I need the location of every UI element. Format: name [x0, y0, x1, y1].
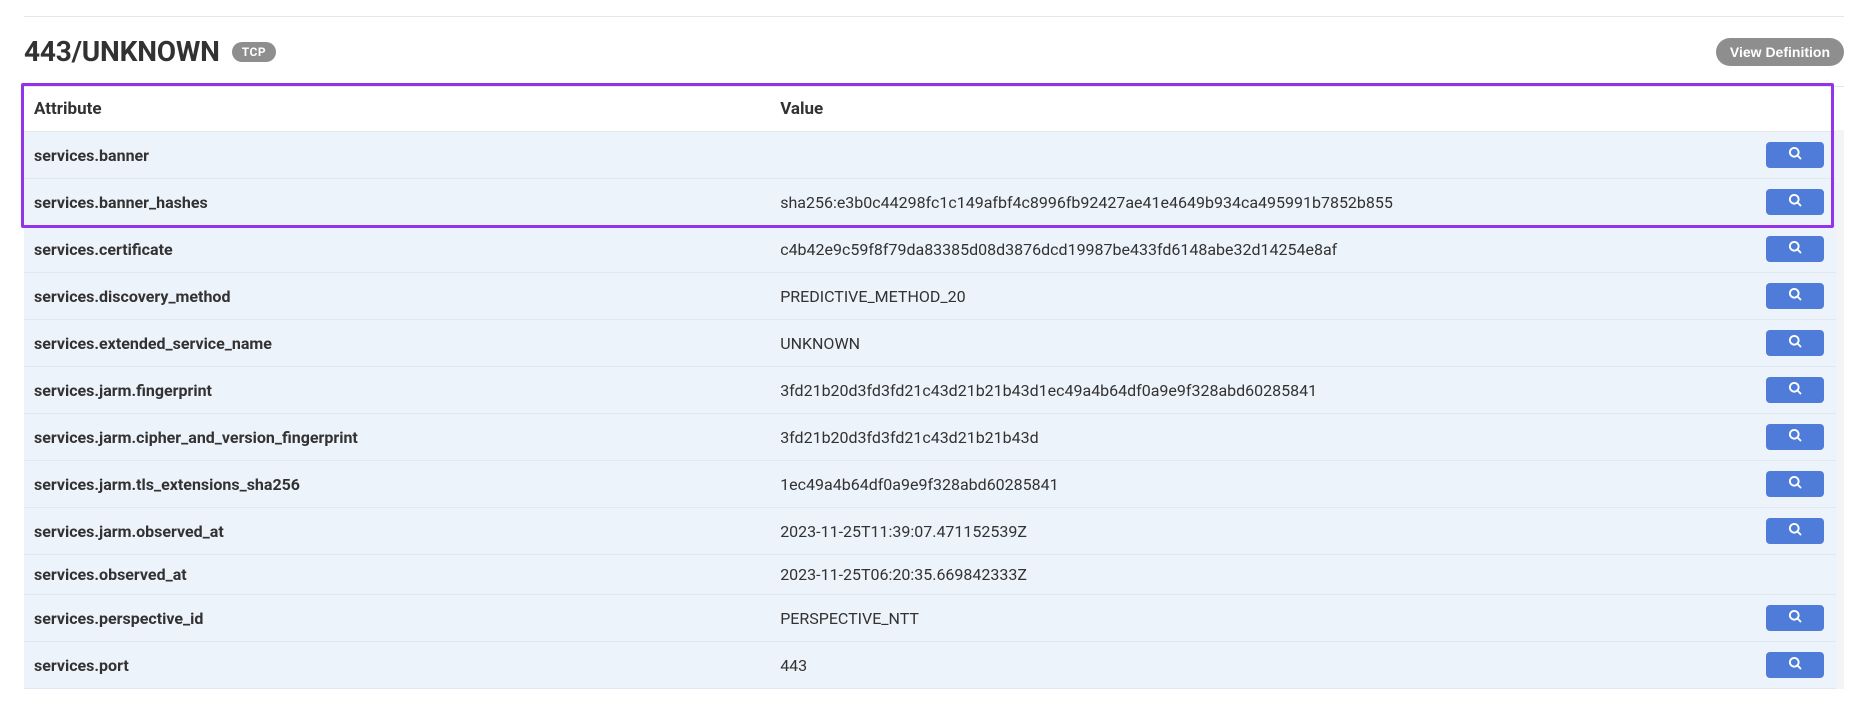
table-row: services.discovery_methodPREDICTIVE_METH…	[24, 273, 1844, 320]
table-row: services.port443	[24, 642, 1844, 689]
view-definition-button[interactable]: View Definition	[1716, 38, 1844, 66]
action-cell	[1680, 179, 1844, 226]
col-header-value: Value	[770, 87, 1680, 132]
search-icon	[1788, 334, 1803, 352]
search-button[interactable]	[1766, 236, 1824, 262]
value-cell: PERSPECTIVE_NTT	[770, 595, 1680, 642]
value-cell: 443	[770, 642, 1680, 689]
attribute-cell: services.banner_hashes	[24, 179, 770, 226]
header-left: 443/UNKNOWN TCP	[24, 35, 276, 68]
search-button[interactable]	[1766, 471, 1824, 497]
search-button[interactable]	[1766, 142, 1824, 168]
scrollbar-track[interactable]	[1836, 130, 1844, 689]
value-cell: 3fd21b20d3fd3fd21c43d21b21b43d	[770, 414, 1680, 461]
value-cell: 2023-11-25T11:39:07.471152539Z	[770, 508, 1680, 555]
search-button[interactable]	[1766, 330, 1824, 356]
action-cell	[1680, 226, 1844, 273]
attribute-cell: services.jarm.observed_at	[24, 508, 770, 555]
value-cell: 3fd21b20d3fd3fd21c43d21b21b43d1ec49a4b64…	[770, 367, 1680, 414]
action-cell	[1680, 642, 1844, 689]
table-row: services.banner_hashessha256:e3b0c44298f…	[24, 179, 1844, 226]
table-row: services.jarm.fingerprint3fd21b20d3fd3fd…	[24, 367, 1844, 414]
value-cell: sha256:e3b0c44298fc1c149afbf4c8996fb9242…	[770, 179, 1680, 226]
action-cell	[1680, 132, 1844, 179]
search-button[interactable]	[1766, 283, 1824, 309]
search-button[interactable]	[1766, 189, 1824, 215]
search-icon	[1788, 240, 1803, 258]
attribute-cell: services.jarm.cipher_and_version_fingerp…	[24, 414, 770, 461]
table-row: services.certificatec4b42e9c59f8f79da833…	[24, 226, 1844, 273]
search-icon	[1788, 428, 1803, 446]
search-icon	[1788, 656, 1803, 674]
table-row: services.banner	[24, 132, 1844, 179]
table-row: services.jarm.observed_at2023-11-25T11:3…	[24, 508, 1844, 555]
table-row: services.observed_at2023-11-25T06:20:35.…	[24, 555, 1844, 595]
search-icon	[1788, 522, 1803, 540]
attribute-cell: services.certificate	[24, 226, 770, 273]
search-icon	[1788, 381, 1803, 399]
action-cell	[1680, 595, 1844, 642]
action-cell	[1680, 461, 1844, 508]
action-cell	[1680, 367, 1844, 414]
search-icon	[1788, 287, 1803, 305]
action-cell	[1680, 273, 1844, 320]
value-cell	[770, 132, 1680, 179]
top-divider	[24, 16, 1844, 17]
search-button[interactable]	[1766, 518, 1824, 544]
table-header-row: Attribute Value	[24, 87, 1844, 132]
header-row: 443/UNKNOWN TCP View Definition	[24, 35, 1844, 68]
search-icon	[1788, 193, 1803, 211]
action-cell	[1680, 555, 1844, 595]
action-cell	[1680, 508, 1844, 555]
search-button[interactable]	[1766, 377, 1824, 403]
search-button[interactable]	[1766, 652, 1824, 678]
protocol-badge: TCP	[232, 42, 276, 62]
attribute-cell: services.banner	[24, 132, 770, 179]
table-row: services.jarm.cipher_and_version_fingerp…	[24, 414, 1844, 461]
attribute-cell: services.discovery_method	[24, 273, 770, 320]
action-cell	[1680, 320, 1844, 367]
attribute-table-frame: Attribute Value services.bannerservices.…	[24, 86, 1844, 689]
action-cell	[1680, 414, 1844, 461]
table-row: services.jarm.tls_extensions_sha2561ec49…	[24, 461, 1844, 508]
table-row: services.perspective_idPERSPECTIVE_NTT	[24, 595, 1844, 642]
attribute-cell: services.jarm.fingerprint	[24, 367, 770, 414]
table-row: services.extended_service_nameUNKNOWN	[24, 320, 1844, 367]
page-title: 443/UNKNOWN	[24, 35, 220, 68]
search-icon	[1788, 475, 1803, 493]
value-cell: PREDICTIVE_METHOD_20	[770, 273, 1680, 320]
attribute-cell: services.jarm.tls_extensions_sha256	[24, 461, 770, 508]
search-icon	[1788, 609, 1803, 627]
attribute-cell: services.perspective_id	[24, 595, 770, 642]
attribute-cell: services.extended_service_name	[24, 320, 770, 367]
col-header-attribute: Attribute	[24, 87, 770, 132]
value-cell: 1ec49a4b64df0a9e9f328abd60285841	[770, 461, 1680, 508]
value-cell: 2023-11-25T06:20:35.669842333Z	[770, 555, 1680, 595]
attribute-table: Attribute Value services.bannerservices.…	[24, 86, 1844, 689]
attribute-cell: services.port	[24, 642, 770, 689]
value-cell: UNKNOWN	[770, 320, 1680, 367]
search-icon	[1788, 146, 1803, 164]
attribute-cell: services.observed_at	[24, 555, 770, 595]
col-header-actions	[1680, 87, 1844, 132]
value-cell: c4b42e9c59f8f79da83385d08d3876dcd19987be…	[770, 226, 1680, 273]
search-button[interactable]	[1766, 424, 1824, 450]
search-button[interactable]	[1766, 605, 1824, 631]
